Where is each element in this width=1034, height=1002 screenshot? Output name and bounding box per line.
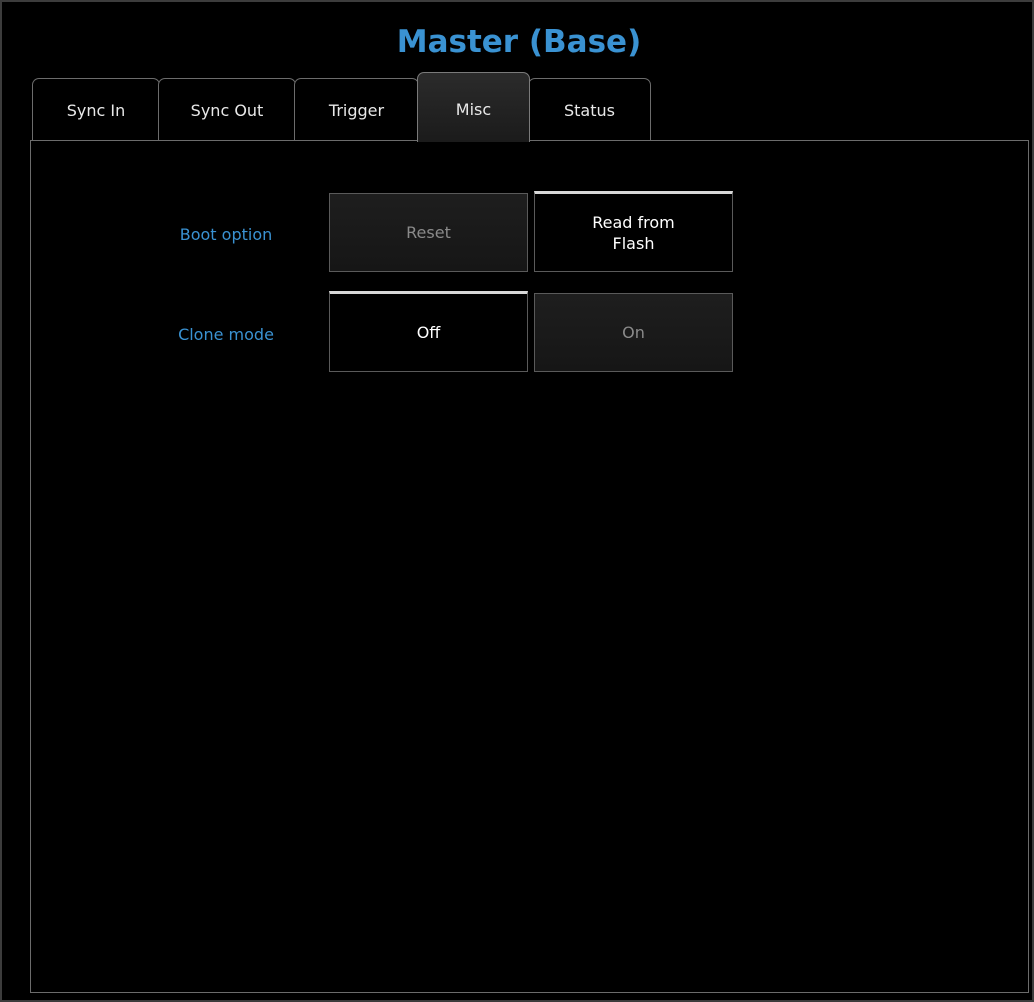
button-label-line1: Read from (592, 212, 675, 232)
tab-label: Sync Out (190, 101, 264, 120)
tab-label: Status (564, 101, 615, 120)
tab-label: Sync In (66, 101, 126, 120)
tab-status[interactable]: Status (528, 78, 651, 142)
boot-option-label: Boot option (179, 225, 273, 244)
tab-misc[interactable]: Misc (417, 72, 530, 142)
clone-on-button[interactable]: On (534, 293, 733, 372)
window-title: Master (Base) (396, 24, 642, 60)
boot-read-from-flash-button[interactable]: Read from Flash (534, 191, 733, 272)
button-label: Reset (406, 223, 451, 242)
app-window: Master (Base) Sync In Sync Out Trigger M… (0, 0, 1034, 1002)
misc-panel: Boot option Reset Read from Flash Clone … (30, 140, 1029, 993)
tab-trigger[interactable]: Trigger (294, 78, 419, 142)
tab-label: Misc (455, 100, 492, 119)
tab-sync-in[interactable]: Sync In (32, 78, 160, 142)
boot-reset-button[interactable]: Reset (329, 193, 528, 272)
button-label-line2: Flash (612, 233, 655, 253)
button-label: On (622, 323, 645, 342)
tab-label: Trigger (328, 101, 385, 120)
button-label: Off (416, 323, 441, 342)
clone-off-button[interactable]: Off (329, 291, 528, 372)
tab-sync-out[interactable]: Sync Out (158, 78, 296, 142)
clone-mode-label: Clone mode (178, 325, 274, 344)
button-label: Read from Flash (592, 212, 675, 254)
